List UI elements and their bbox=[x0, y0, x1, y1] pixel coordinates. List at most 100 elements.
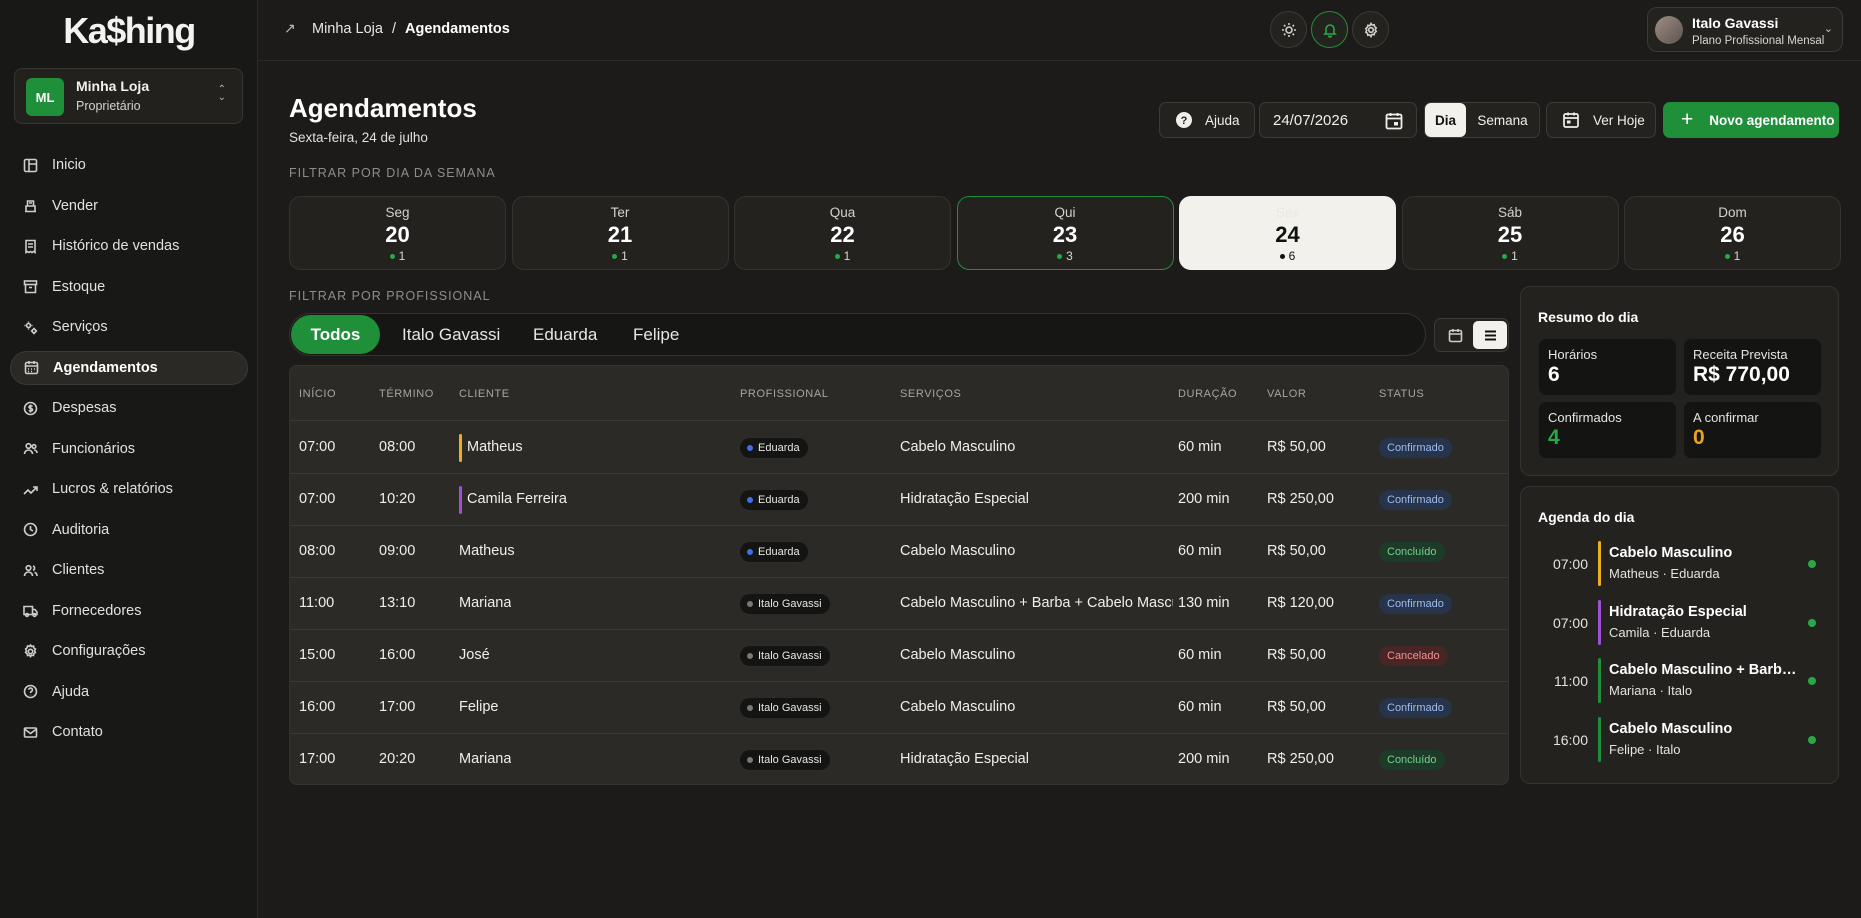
service-name: Hidratação Especial bbox=[900, 491, 1029, 507]
sidebar-item-agendamentos[interactable]: Agendamentos bbox=[10, 350, 248, 385]
sidebar-item-clientes[interactable]: Clientes bbox=[10, 553, 248, 587]
sidebar-item-label: Ajuda bbox=[52, 683, 90, 700]
dot-icon bbox=[1724, 254, 1730, 260]
user-name: Italo Gavassi bbox=[1692, 15, 1779, 31]
service-name: Cabelo Masculino bbox=[900, 647, 1016, 663]
logo: Ka$hing bbox=[63, 10, 196, 51]
professional-filter: Todos Italo Gavassi Eduarda Felipe bbox=[289, 313, 1426, 356]
breadcrumb-parent[interactable]: Minha Loja bbox=[312, 21, 383, 37]
table-row[interactable]: 08:00 09:00 Matheus Eduarda Cabelo Masculino… bbox=[290, 526, 1508, 578]
sidebar-item-lucros-relatorios[interactable]: Lucros & relatórios bbox=[10, 472, 248, 506]
table-row[interactable]: 07:00 08:00 Matheus Eduarda Cabelo Masculino… bbox=[290, 422, 1508, 474]
sidebar-item-funcionarios[interactable]: Funcionários bbox=[10, 432, 248, 466]
appointment-count: 6 bbox=[1180, 249, 1395, 263]
professional-tab-eduarda[interactable]: Eduarda bbox=[533, 315, 597, 354]
arrow-up-right-icon[interactable]: ↗ bbox=[284, 20, 296, 37]
agenda-title: Agenda do dia bbox=[1538, 509, 1635, 525]
stat-label: Confirmados bbox=[1548, 410, 1622, 425]
duration: 200 min bbox=[1178, 751, 1230, 767]
stat-label: Receita Prevista bbox=[1693, 347, 1788, 362]
agenda-item[interactable]: 07:00 Hidratação Especial Camila · Eduarda bbox=[1538, 599, 1823, 646]
day-card-dom[interactable]: Dom 26 1 bbox=[1624, 196, 1841, 270]
day-card-ter[interactable]: Ter 21 1 bbox=[511, 196, 729, 270]
column-header-inicio[interactable]: INÍCIO bbox=[299, 388, 336, 400]
stat-value: 6 bbox=[1548, 363, 1560, 386]
agenda-item[interactable]: 16:00 Cabelo Masculino Felipe · Italo bbox=[1538, 717, 1823, 763]
agenda-time: 16:00 bbox=[1552, 732, 1588, 749]
list-view-button[interactable] bbox=[1473, 321, 1507, 349]
professional-filter-label: FILTRAR POR PROFISSIONAL bbox=[289, 289, 491, 303]
table-header: INÍCIO TÉRMINO CLIENTE PROFISSIONAL SERVIÇOS… bbox=[290, 366, 1508, 421]
professional-tab-italo-gavassi[interactable]: Italo Gavassi bbox=[402, 315, 500, 354]
column-header-profissional[interactable]: PROFISSIONAL bbox=[740, 388, 829, 400]
column-header-duracao[interactable]: DURAÇÃO bbox=[1178, 388, 1237, 400]
sidebar-item-estoque[interactable]: Estoque bbox=[10, 270, 248, 304]
professional-tab-felipe[interactable]: Felipe bbox=[633, 315, 679, 354]
layout-toggle bbox=[1434, 318, 1509, 352]
agenda-item[interactable]: 07:00 Cabelo Masculino Matheus · Eduarda bbox=[1538, 541, 1823, 587]
start-time: 17:00 bbox=[299, 751, 336, 767]
sidebar-item-auditoria[interactable]: Auditoria bbox=[10, 513, 248, 547]
sidebar-item-vender[interactable]: Vender bbox=[10, 189, 248, 223]
notifications-button[interactable] bbox=[1311, 11, 1348, 48]
professional-tab-todos[interactable]: Todos bbox=[291, 315, 380, 354]
sidebar-item-historico-de-vendas[interactable]: Histórico de vendas bbox=[10, 229, 248, 263]
table-row[interactable]: 17:00 20:20 Mariana Italo Gavassi Hidratação… bbox=[290, 734, 1508, 784]
sidebar-item-despesas[interactable]: Despesas bbox=[10, 391, 248, 425]
day-number: 22 bbox=[830, 222, 855, 247]
today-button[interactable]: Ver Hoje bbox=[1546, 102, 1656, 138]
date-field[interactable]: 24/07/2026 bbox=[1259, 102, 1417, 138]
agenda-client-professional: Camila · Eduarda bbox=[1609, 624, 1711, 640]
service-name: Cabelo Masculino + Barba + Cabelo Mascul… bbox=[900, 595, 1173, 611]
end-time: 20:20 bbox=[379, 751, 416, 767]
cash-register-icon bbox=[22, 198, 38, 214]
end-time: 16:00 bbox=[379, 647, 416, 663]
theme-toggle-button[interactable] bbox=[1270, 11, 1307, 48]
dot-icon bbox=[747, 549, 753, 555]
sidebar-item-ajuda[interactable]: Ajuda bbox=[10, 675, 248, 709]
service-name: Cabelo Masculino bbox=[900, 439, 1016, 455]
table-row[interactable]: 11:00 13:10 Mariana Italo Gavassi Cabelo Mas… bbox=[290, 578, 1508, 630]
duration: 60 min bbox=[1178, 439, 1222, 455]
truck-icon bbox=[22, 603, 38, 619]
new-appointment-button[interactable]: + Novo agendamento bbox=[1663, 102, 1839, 138]
svg-text:?: ? bbox=[1181, 115, 1188, 127]
sidebar-item-servicos[interactable]: Serviços bbox=[10, 310, 248, 344]
calendar-icon[interactable] bbox=[1384, 111, 1404, 131]
sidebar-item-inicio[interactable]: Inicio bbox=[10, 148, 248, 182]
view-day-button[interactable]: Dia bbox=[1425, 103, 1466, 137]
start-time: 16:00 bbox=[299, 699, 336, 715]
appointment-count: 1 bbox=[1625, 249, 1840, 263]
agenda-item[interactable]: 11:00 Cabelo Masculino + Barba + Cabelo M… bbox=[1538, 658, 1823, 704]
column-header-valor[interactable]: VALOR bbox=[1267, 388, 1306, 400]
day-card-sex[interactable]: Sex 24 6 bbox=[1179, 196, 1396, 270]
sidebar-item-label: Lucros & relatórios bbox=[52, 481, 173, 497]
store-switcher[interactable]: ML Minha Loja Proprietário ⌃ ⌄ bbox=[14, 68, 243, 124]
user-menu[interactable]: Italo Gavassi Plano Profissional Mensal … bbox=[1647, 7, 1843, 52]
table-row[interactable]: 15:00 16:00 José Italo Gavassi Cabelo Mascul… bbox=[290, 630, 1508, 682]
gears-icon bbox=[22, 319, 38, 335]
help-button[interactable]: ? Ajuda bbox=[1159, 102, 1255, 138]
color-marker bbox=[1598, 717, 1601, 763]
day-card-seg[interactable]: Seg 20 1 bbox=[289, 196, 506, 270]
column-header-servicos[interactable]: SERVIÇOS bbox=[900, 388, 961, 400]
sidebar-item-fornecedores[interactable]: Fornecedores bbox=[10, 594, 248, 628]
sidebar-nav: Inicio Vender Histórico de vendas Estoque Se… bbox=[10, 148, 248, 756]
column-header-status[interactable]: STATUS bbox=[1379, 388, 1424, 400]
column-header-cliente[interactable]: CLIENTE bbox=[459, 388, 510, 400]
view-week-button[interactable]: Semana bbox=[1466, 103, 1539, 137]
agenda-service: Hidratação Especial bbox=[1609, 603, 1747, 620]
stat-value: 4 bbox=[1548, 426, 1560, 449]
calendar-view-button[interactable] bbox=[1438, 321, 1472, 349]
column-header-termino[interactable]: TÉRMINO bbox=[379, 388, 434, 400]
settings-button[interactable] bbox=[1352, 11, 1389, 48]
sidebar-item-configuracoes[interactable]: Configurações bbox=[10, 634, 248, 668]
day-card-sáb[interactable]: Sáb 25 1 bbox=[1401, 196, 1619, 270]
day-name: Qua bbox=[829, 205, 856, 220]
day-card-qua[interactable]: Qua 22 1 bbox=[734, 196, 951, 270]
day-card-qui[interactable]: Qui 23 3 bbox=[956, 196, 1174, 270]
sidebar-item-label: Configurações bbox=[52, 643, 146, 659]
table-row[interactable]: 07:00 10:20 Camila Ferreira Eduarda Hidrataç… bbox=[290, 474, 1508, 526]
table-row[interactable]: 16:00 17:00 Felipe Italo Gavassi Cabelo Masc… bbox=[290, 682, 1508, 734]
sidebar-item-contato[interactable]: Contato bbox=[10, 715, 248, 749]
